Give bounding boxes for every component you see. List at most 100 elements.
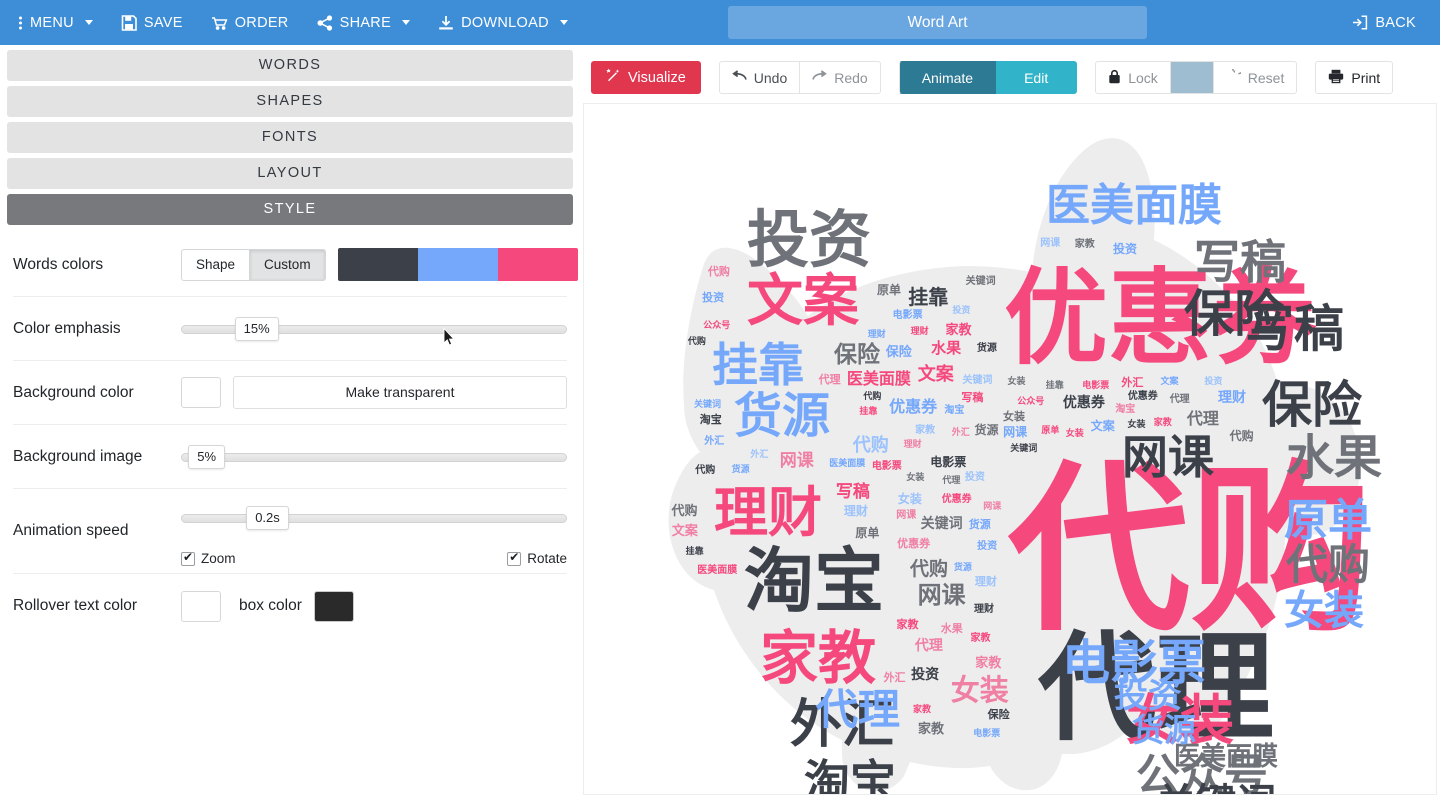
palette-swatch-3[interactable]	[497, 248, 578, 281]
wordcloud-word[interactable]: 理财	[714, 486, 822, 540]
wordcloud-word[interactable]: 货源	[969, 519, 991, 530]
wordcloud-word[interactable]: 网课	[1003, 426, 1027, 438]
animate-button[interactable]: Animate	[898, 61, 997, 94]
wordcloud-word[interactable]: 医美面膜	[829, 460, 865, 469]
wordcloud-word[interactable]: 关键词	[966, 277, 996, 287]
wordcloud-word[interactable]: 货源	[975, 424, 999, 436]
wordcloud-word[interactable]: 保险	[1262, 380, 1362, 430]
wordcloud-word[interactable]: 挂靠	[859, 408, 877, 417]
wordcloud-word[interactable]: 外汇	[1121, 377, 1143, 388]
rotate-checkbox[interactable]: Rotate	[507, 550, 567, 566]
wordcloud-word[interactable]: 投资	[1113, 243, 1137, 255]
accordion-section-fonts[interactable]: FONTS	[7, 122, 573, 153]
menu-button[interactable]: MENU	[0, 0, 107, 45]
wordcloud-word[interactable]: 优惠券	[942, 494, 972, 505]
wordcloud-word[interactable]: 电影票	[930, 456, 966, 468]
wordcloud-word[interactable]: 家教	[971, 633, 991, 644]
wordcloud-word[interactable]: 投资	[952, 307, 970, 316]
wordcloud-word[interactable]: 网课	[983, 502, 1001, 512]
background-image-slider[interactable]: 5%	[181, 442, 567, 472]
wordcloud-word[interactable]: 代购	[688, 338, 706, 347]
wordcloud-word[interactable]: 保险	[834, 343, 880, 367]
wordcloud-word[interactable]: 投资	[702, 292, 724, 303]
wordcloud-word[interactable]: 原单	[1041, 427, 1059, 436]
wordcloud-word[interactable]: 理财	[868, 331, 886, 340]
wordcloud-word[interactable]: 女装	[1284, 591, 1364, 631]
wordcloud-word[interactable]: 关键词	[921, 517, 963, 531]
wordcloud-word[interactable]: 家教	[946, 324, 972, 337]
wordcloud-word[interactable]: 电影票	[872, 461, 902, 472]
wordcloud-word[interactable]: 投资	[965, 472, 985, 483]
wordcloud-word[interactable]: 关键词	[1156, 784, 1276, 794]
wordcloud-word[interactable]: 水果	[1286, 434, 1382, 482]
download-button[interactable]: DOWNLOAD	[424, 0, 582, 45]
wordcloud-word[interactable]: 淘宝	[944, 406, 964, 416]
wordcloud-word[interactable]: 外汇	[750, 451, 768, 460]
accordion-section-words[interactable]: WORDS	[7, 50, 573, 81]
wordcloud-word[interactable]: 挂靠	[908, 287, 948, 307]
wordcloud-word[interactable]: 网课	[896, 510, 916, 521]
edit-button[interactable]: Edit	[996, 61, 1078, 94]
wordcloud-word[interactable]: 写稿	[961, 392, 983, 403]
wordcloud-word[interactable]: 女装	[1003, 411, 1025, 422]
wordcloud-word[interactable]: 医美面膜	[697, 565, 737, 576]
wordcloud-word[interactable]: 代理	[1170, 395, 1190, 405]
wordcloud-word[interactable]: 文案	[747, 274, 859, 330]
wordcloud-word[interactable]: 代购	[1286, 544, 1370, 586]
wordcloud-word[interactable]: 电影票	[1082, 382, 1109, 391]
wordcloud-word[interactable]: 代理	[942, 476, 960, 486]
wordcloud-word[interactable]: 文案	[1160, 377, 1178, 387]
wordcloud-word[interactable]: 原单	[877, 284, 901, 296]
wordcloud-word[interactable]: 代购	[695, 465, 715, 476]
wordcloud-word[interactable]: 优惠券	[897, 538, 930, 549]
wordcloud-word[interactable]: 女装	[951, 675, 1009, 705]
wordcloud-word[interactable]: 投资	[1204, 377, 1222, 387]
wordcloud-word[interactable]: 货源	[1132, 714, 1196, 746]
wordcloud-word[interactable]: 水果	[931, 341, 961, 356]
back-button[interactable]: BACK	[1338, 0, 1430, 45]
reset-button[interactable]: Reset	[1213, 61, 1298, 94]
wordcloud-word[interactable]: 网课	[1122, 434, 1214, 480]
accordion-section-shapes[interactable]: SHAPES	[7, 86, 573, 117]
print-button[interactable]: Print	[1315, 61, 1394, 94]
wordcloud-word[interactable]: 理财	[911, 327, 929, 337]
wordcloud-word[interactable]: 淘宝	[804, 759, 896, 794]
wordcloud-word[interactable]: 理财	[844, 505, 868, 517]
wordcloud-word[interactable]: 代购	[863, 393, 881, 402]
wordcloud-word[interactable]: 家教	[975, 657, 1001, 670]
animation-speed-slider[interactable]: 0.2s	[181, 503, 567, 533]
wordcloud-word[interactable]: 外汇	[952, 429, 970, 438]
wordcloud-word[interactable]: 关键词	[962, 375, 992, 386]
wordcloud-word[interactable]: 代购	[708, 266, 730, 277]
wordcloud-word[interactable]: 医美面膜	[1046, 184, 1222, 228]
palette-swatch-1[interactable]	[337, 248, 418, 281]
wordcloud-word[interactable]: 投资	[911, 668, 939, 682]
wordcloud-word[interactable]: 网课	[780, 452, 814, 470]
wordcloud-word[interactable]: 电影票	[893, 311, 923, 321]
wordcloud-word[interactable]: 淘宝	[1115, 405, 1135, 415]
wordcloud-word[interactable]: 理财	[974, 604, 994, 615]
wordcloud-word[interactable]: 投资	[1114, 679, 1182, 713]
wordcloud-word[interactable]: 家教	[915, 426, 935, 436]
wordcloud-word[interactable]: 理财	[975, 576, 997, 587]
wordcloud-word[interactable]: 女装	[906, 474, 924, 483]
wordcloud-word[interactable]: 投资	[747, 209, 871, 271]
wordcloud-word[interactable]: 关键词	[1010, 444, 1037, 454]
wordcloud-word[interactable]: 女装	[1008, 378, 1026, 387]
wordcloud-word[interactable]: 淘宝	[744, 546, 884, 616]
wordcloud-word[interactable]: 网课	[1040, 238, 1060, 249]
wordcloud-word[interactable]: 家教	[896, 619, 918, 630]
wordcloud-word[interactable]: 家教	[918, 723, 944, 736]
wordcloud-word[interactable]: 水果	[941, 623, 963, 634]
wordcloud-word[interactable]: 货源	[732, 466, 750, 475]
wordcloud-word[interactable]: 代理	[819, 374, 841, 385]
wordcloud-word[interactable]: 文案	[672, 525, 698, 538]
wordcloud-word[interactable]: 优惠券	[889, 398, 937, 415]
words-colors-shape-option[interactable]: Shape	[181, 248, 251, 281]
wordcloud-word[interactable]: 货源	[977, 344, 997, 354]
wordcloud-word[interactable]: 家教	[760, 629, 876, 687]
wordcloud-word[interactable]: 挂靠	[712, 342, 804, 388]
wordcloud-word[interactable]: 挂靠	[686, 548, 704, 557]
wordcloud-word[interactable]: 文案	[918, 366, 954, 384]
palette-swatch-2[interactable]	[417, 248, 498, 281]
